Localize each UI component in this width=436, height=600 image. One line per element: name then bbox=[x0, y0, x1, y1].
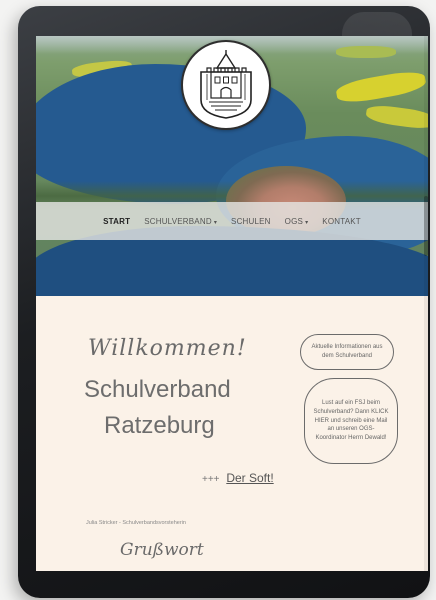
nav-item-ogs[interactable]: OGS ▾ bbox=[285, 217, 309, 226]
nav-item-schulen[interactable]: SCHULEN bbox=[231, 217, 271, 226]
news-link[interactable]: Der Soft! bbox=[226, 471, 273, 485]
page-title-line-1: Schulverband bbox=[84, 376, 231, 403]
page-title-line-2: Ratzeburg bbox=[104, 412, 215, 439]
castle-crest-icon[interactable] bbox=[181, 40, 271, 130]
nav-item-schulverband[interactable]: SCHULVERBAND ▾ bbox=[144, 217, 217, 226]
author-caption: Julia Stricker - Schulverbandsvorsteheri… bbox=[86, 520, 186, 526]
field bbox=[334, 68, 428, 106]
fsj-bubble-button[interactable]: Lust auf ein FSJ beim Schulverband? Dann… bbox=[304, 378, 398, 464]
crest-svg bbox=[200, 50, 252, 119]
chevron-down-icon: ▾ bbox=[213, 219, 218, 226]
nav-item-label: SCHULEN bbox=[231, 216, 271, 226]
nav-item-label: KONTAKT bbox=[322, 216, 361, 226]
browser-viewport: START SCHULVERBAND ▾ SCHULEN OGS ▾ KONTAKT… bbox=[36, 36, 428, 571]
scrollbar-thumb[interactable] bbox=[424, 196, 428, 256]
chevron-down-icon: ▾ bbox=[305, 219, 309, 226]
main-navigation: START SCHULVERBAND ▾ SCHULEN OGS ▾ KONTAKT bbox=[36, 202, 428, 240]
hero-aerial-photo: START SCHULVERBAND ▾ SCHULEN OGS ▾ KONTAKT bbox=[36, 36, 428, 296]
fsj-bubble-text: Lust auf ein FSJ beim Schulverband? Dann… bbox=[313, 400, 389, 442]
nav-item-label: SCHULVERBAND bbox=[144, 216, 212, 226]
info-bubble-button[interactable]: Aktuelle Informationen aus dem Schulverb… bbox=[300, 334, 394, 370]
welcome-heading: Willkommen! bbox=[88, 336, 247, 361]
field bbox=[336, 46, 396, 58]
nav-item-start[interactable]: START bbox=[103, 217, 130, 226]
nav-item-label: OGS bbox=[284, 216, 304, 226]
greeting-heading: Grußwort bbox=[120, 540, 204, 560]
nav-item-label: START bbox=[103, 216, 131, 226]
info-bubble-text: Aktuelle Informationen aus dem Schulverb… bbox=[311, 344, 383, 359]
news-ticker: +++ Der Soft! bbox=[202, 471, 274, 485]
nav-item-kontakt[interactable]: KONTAKT bbox=[322, 217, 361, 226]
main-content: Willkommen! Schulverband Ratzeburg +++ D… bbox=[36, 296, 428, 571]
news-prefix: +++ bbox=[202, 474, 220, 485]
scrollbar[interactable] bbox=[424, 36, 428, 571]
field bbox=[365, 103, 428, 131]
